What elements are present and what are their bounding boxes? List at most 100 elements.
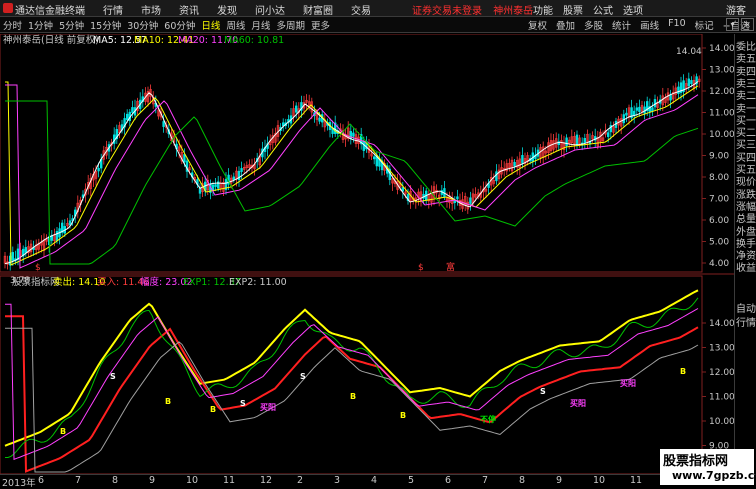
signal-mark: 不停 bbox=[480, 414, 496, 424]
month-label: 5 bbox=[408, 475, 415, 486]
marker-dollar-2: $ bbox=[418, 263, 424, 273]
menu-item-discover[interactable]: 发现 bbox=[217, 2, 237, 17]
collapse-icon[interactable]: ▾ bbox=[726, 18, 739, 31]
candle-body bbox=[126, 113, 129, 121]
tool-draw[interactable]: 画线 bbox=[640, 18, 659, 32]
upper-legend: 神州泰岳(日线 前复权) MA5: 12.57 MA10: 12.41 MA20… bbox=[3, 34, 284, 46]
upper-tick-label: 14.00 bbox=[709, 44, 734, 54]
candle-body bbox=[690, 80, 693, 85]
period-tab-more[interactable]: 更多 bbox=[311, 18, 330, 32]
candle-body bbox=[521, 155, 524, 164]
candle-body bbox=[677, 86, 680, 95]
candle-body bbox=[495, 171, 498, 182]
side-label-lower[interactable]: 行情 bbox=[736, 314, 756, 329]
lower-tick-label: 13.00 bbox=[709, 344, 734, 354]
period-tab-60min[interactable]: 60分钟 bbox=[164, 18, 195, 32]
side-label[interactable]: 收益 bbox=[736, 259, 756, 274]
menu-item-stock[interactable]: 股票 bbox=[563, 2, 583, 17]
period-tab-intraday[interactable]: 分时 bbox=[3, 18, 22, 32]
kline-chart[interactable]: 神州泰岳(日线 前复权) MA5: 12.57 MA10: 12.41 MA20… bbox=[0, 34, 734, 474]
ma5-line bbox=[4, 81, 699, 265]
candle-body bbox=[469, 197, 472, 204]
candle-body bbox=[24, 247, 27, 253]
menu-item-formula[interactable]: 公式 bbox=[593, 2, 613, 17]
tool-mark[interactable]: 标记 bbox=[695, 18, 714, 32]
exp1-line bbox=[5, 297, 699, 458]
candle-body bbox=[240, 168, 243, 172]
candle-body bbox=[352, 132, 355, 137]
signal-mark: B bbox=[680, 367, 686, 376]
tool-overlay[interactable]: 叠加 bbox=[556, 18, 575, 32]
lower-tick-label: 11.00 bbox=[709, 393, 734, 403]
candle-body bbox=[214, 184, 217, 187]
month-label: 8 bbox=[112, 475, 119, 486]
period-tab-1min[interactable]: 1分钟 bbox=[28, 18, 53, 32]
candle-body bbox=[638, 106, 641, 112]
signal-mark: 买阳 bbox=[260, 403, 276, 412]
lower-legend: 股票指标网 卖出: 14.10 买入: 11.46 幅度: 23.02 EXP1… bbox=[12, 276, 287, 288]
signal-mark: B bbox=[165, 397, 171, 406]
candle-body bbox=[583, 138, 587, 143]
notice-text[interactable]: 证券交易未登录 bbox=[412, 6, 482, 17]
candle-body bbox=[11, 252, 14, 261]
month-label: 2 bbox=[297, 475, 304, 486]
ma10-line bbox=[5, 81, 699, 266]
month-label: 11 bbox=[630, 475, 643, 486]
menu-item-ask[interactable]: 问小达 bbox=[255, 2, 285, 17]
guest-label[interactable]: 游客 bbox=[726, 2, 746, 17]
moving-average-lines bbox=[4, 81, 699, 269]
menu-item-market[interactable]: 市场 bbox=[141, 2, 161, 17]
indicator-lines bbox=[4, 289, 699, 473]
candle-body bbox=[456, 196, 459, 200]
candle-body bbox=[635, 107, 639, 111]
tool-stats[interactable]: 统计 bbox=[612, 18, 631, 32]
menu-item-quotes[interactable]: 行情 bbox=[103, 2, 123, 17]
upper-tick-label: 7.00 bbox=[709, 195, 729, 205]
period-tab-30min[interactable]: 30分钟 bbox=[127, 18, 158, 32]
upper-tick-label: 9.00 bbox=[709, 152, 729, 162]
signal-mark: S bbox=[110, 372, 116, 381]
right-menu: 功能 股票 公式 选项 bbox=[533, 2, 653, 17]
candle-body bbox=[183, 154, 186, 163]
menu-item-news[interactable]: 资讯 bbox=[179, 2, 199, 17]
period-tab-monthly[interactable]: 月线 bbox=[251, 18, 270, 32]
month-label: 10 bbox=[186, 475, 199, 486]
tool-multi-stock[interactable]: 多股 bbox=[584, 18, 603, 32]
signal-mark: B bbox=[60, 427, 66, 436]
marker-dollar-1: $ bbox=[35, 263, 41, 273]
period-tab-daily[interactable]: 日线 bbox=[201, 18, 220, 32]
candle-body bbox=[565, 137, 568, 146]
candle-body bbox=[513, 161, 516, 167]
stock-name-label: 神州泰岳(日线 前复权) bbox=[3, 34, 99, 46]
signal-mark: B bbox=[210, 405, 216, 414]
signal-mark: 买阳 bbox=[620, 379, 636, 388]
lower-panel-frame bbox=[0, 275, 703, 474]
signal-mark: S bbox=[540, 387, 546, 396]
period-tab-weekly[interactable]: 周线 bbox=[226, 18, 245, 32]
ma60-label: MA60: 10.81 bbox=[224, 35, 284, 46]
tool-f10[interactable]: F10 bbox=[668, 18, 686, 32]
candle-body bbox=[687, 78, 691, 87]
stock-link[interactable]: 神州泰岳 bbox=[493, 6, 533, 17]
upper-tick-label: 13.00 bbox=[709, 66, 734, 76]
month-label: 8 bbox=[519, 475, 526, 486]
app-logo-icon bbox=[3, 3, 13, 13]
login-notice[interactable]: 证券交易未登录 神州泰岳 bbox=[412, 2, 533, 17]
period-tab-multi[interactable]: 多周期 bbox=[276, 18, 305, 32]
candle-body bbox=[318, 117, 321, 122]
month-label: 7 bbox=[482, 475, 489, 486]
month-label: 4 bbox=[371, 475, 378, 486]
menu-item-trade[interactable]: 交易 bbox=[351, 2, 371, 17]
candle-body bbox=[606, 132, 610, 137]
menu-item-options[interactable]: 选项 bbox=[623, 2, 643, 17]
candle-body bbox=[575, 134, 579, 146]
close-icon[interactable]: × bbox=[741, 18, 754, 31]
menu-item-wealth[interactable]: 财富圈 bbox=[303, 2, 333, 17]
menu-item-function[interactable]: 功能 bbox=[533, 2, 553, 17]
period-tab-15min[interactable]: 15分钟 bbox=[90, 18, 121, 32]
sell-line bbox=[4, 289, 699, 447]
period-tab-5min[interactable]: 5分钟 bbox=[59, 18, 84, 32]
high-price-label: 14.04 bbox=[676, 47, 702, 57]
tool-adjust[interactable]: 复权 bbox=[528, 18, 547, 32]
side-label-lower[interactable]: 自动 bbox=[736, 300, 756, 315]
